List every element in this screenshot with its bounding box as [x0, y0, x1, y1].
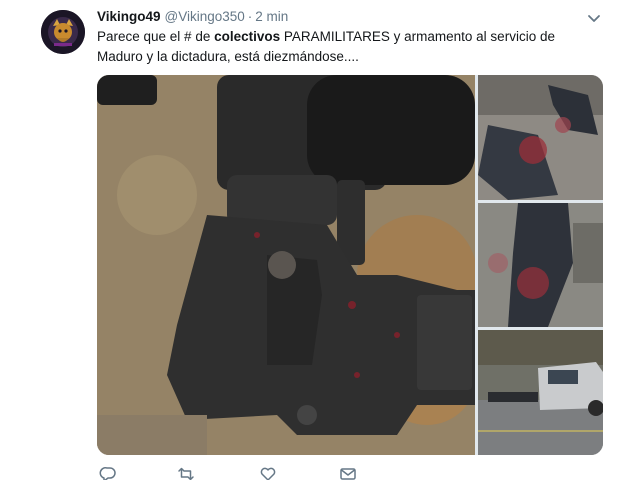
- tweet-actions: [97, 466, 417, 480]
- tweet-text: Parece que el # de colectivos PARAMILITA…: [97, 27, 567, 67]
- media-photo-4[interactable]: [478, 330, 603, 455]
- tweet-text-bold: colectivos: [214, 29, 281, 44]
- separator-dot: ·: [247, 9, 253, 24]
- display-name[interactable]: Vikingo49: [97, 9, 161, 24]
- timestamp[interactable]: 2 min: [255, 9, 288, 24]
- chevron-down-icon[interactable]: [586, 10, 602, 26]
- tweet-text-part1: Parece que el # de: [97, 29, 215, 44]
- tweet-card[interactable]: Vikingo49 @Vikingo350 · 2 min Parece que el…: [0, 0, 640, 480]
- user-handle[interactable]: @Vikingo350: [165, 9, 245, 24]
- media-photo-3[interactable]: [478, 203, 603, 327]
- media-grid: [97, 75, 603, 455]
- heart-icon[interactable]: [259, 466, 277, 480]
- tweet-header: Vikingo49 @Vikingo350 · 2 min: [97, 8, 288, 26]
- reply-icon[interactable]: [99, 466, 117, 480]
- media-photo-main[interactable]: [97, 75, 475, 455]
- avatar[interactable]: [41, 10, 85, 54]
- media-photo-2[interactable]: [478, 75, 603, 200]
- envelope-icon[interactable]: [339, 466, 357, 480]
- avatar-image: [41, 10, 85, 54]
- retweet-icon[interactable]: [177, 466, 195, 480]
